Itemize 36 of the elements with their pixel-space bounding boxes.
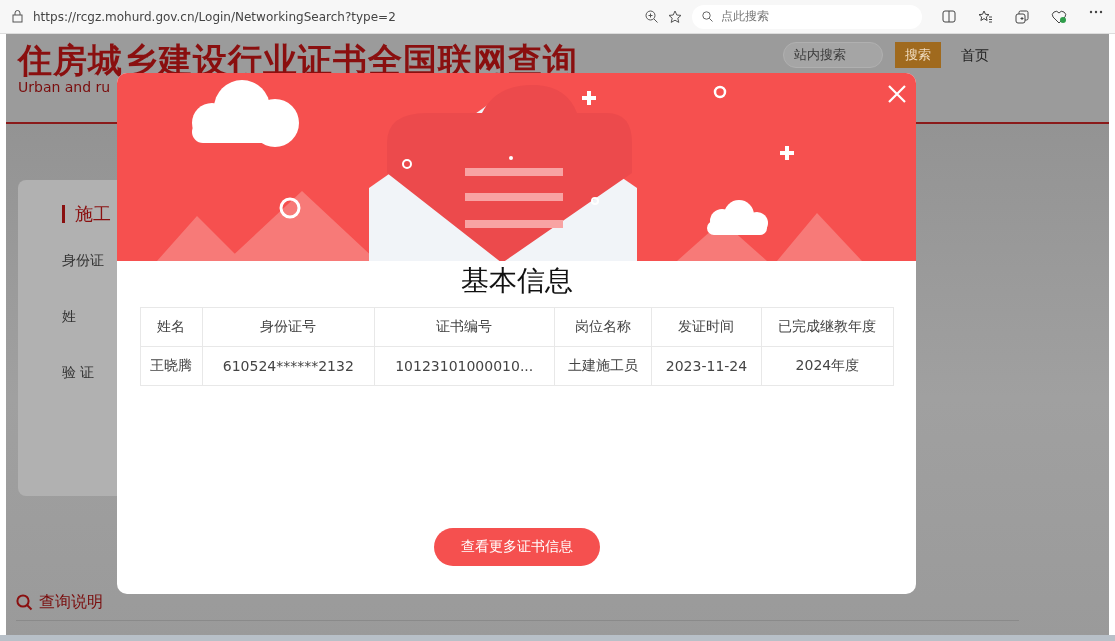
nav-link[interactable]: 首页: [961, 47, 989, 63]
column-header: 姓名: [140, 307, 203, 347]
table-cell: 土建施工员: [554, 346, 652, 386]
column-header: 发证时间: [651, 307, 762, 347]
field-label: 身份证: [62, 252, 104, 270]
address-bar-url[interactable]: https://rcgz.mohurd.gov.cn/Login/NetworkingSearch?type=2: [33, 9, 635, 24]
more-icon[interactable]: [1089, 9, 1103, 14]
field-label: 姓: [62, 308, 76, 326]
browser-search-field[interactable]: 点此搜索: [692, 4, 922, 29]
split-screen-icon[interactable]: [942, 9, 956, 23]
star-icon[interactable]: [668, 9, 682, 24]
more-certificates-button[interactable]: 查看更多证书信息: [433, 528, 600, 566]
close-icon: [888, 85, 906, 103]
site-search-field[interactable]: 站内搜索: [783, 42, 883, 68]
column-header: 身份证号: [202, 307, 375, 347]
field-label: 验 证: [62, 364, 95, 382]
lock-icon: [12, 10, 23, 23]
search-icon: [702, 11, 713, 22]
table-cell: 2024年度: [761, 346, 893, 386]
collections-icon[interactable]: [1015, 9, 1029, 24]
column-header: 已完成继教年度: [761, 307, 893, 347]
table-cell: 10123101000010...: [374, 346, 555, 386]
site-subtitle: Urban and ru: [18, 79, 112, 96]
zoom-icon[interactable]: [645, 10, 658, 23]
column-header: 证书编号: [374, 307, 555, 347]
modal-title: 基本信息: [460, 263, 573, 299]
health-heart-icon[interactable]: [1051, 9, 1067, 24]
favorites-icon[interactable]: [978, 9, 993, 23]
table-cell: 王晓腾: [140, 346, 203, 386]
table-cell: 2023-11-24: [651, 346, 762, 386]
section-heading: 施工: [75, 202, 111, 226]
search-icon: [16, 594, 33, 611]
table-cell: 610524******2132: [202, 346, 375, 386]
search-button[interactable]: 搜索: [895, 42, 941, 68]
help-link[interactable]: 查询说明: [39, 592, 103, 613]
column-header: 岗位名称: [554, 307, 652, 347]
